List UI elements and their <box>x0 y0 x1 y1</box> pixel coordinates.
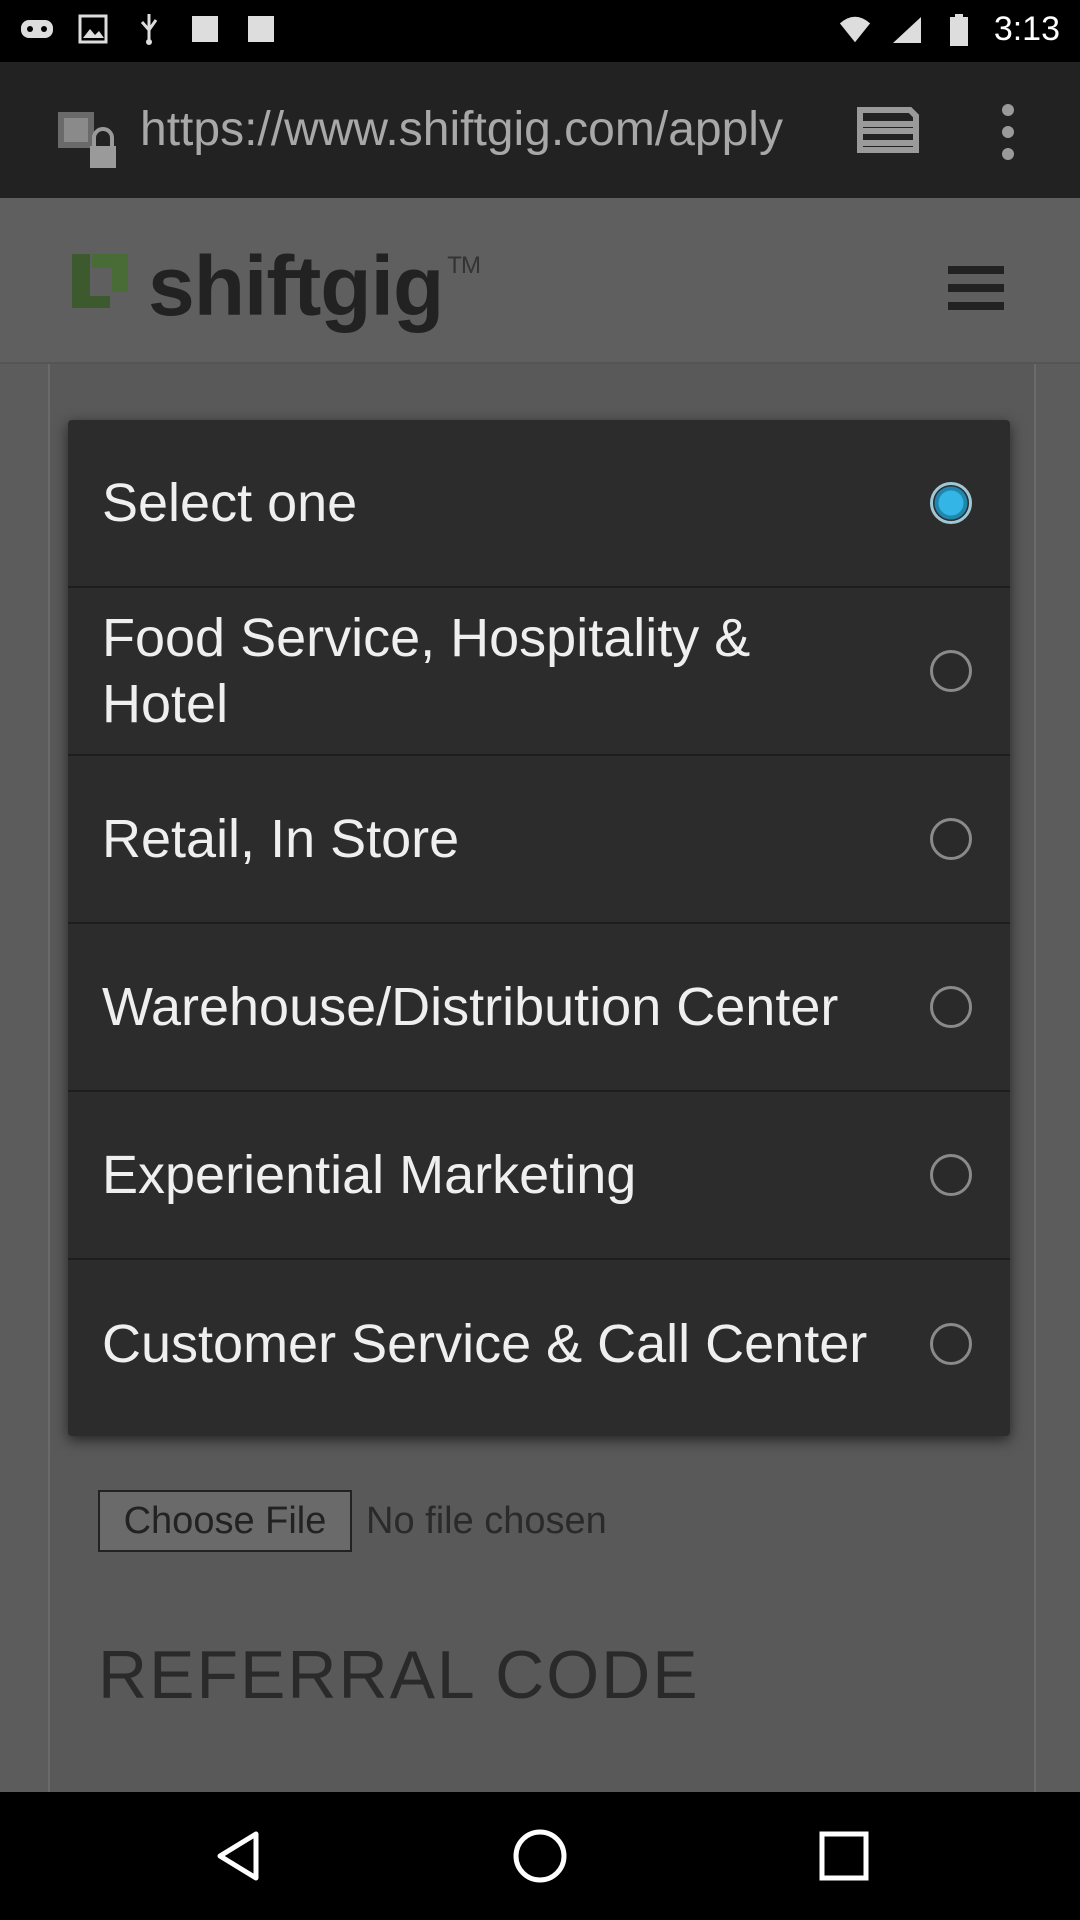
option-food-service[interactable]: Food Service, Hospitality & Hotel <box>68 588 1010 756</box>
recents-icon[interactable] <box>814 1826 874 1886</box>
radio-unchecked-icon[interactable] <box>930 818 972 860</box>
site-header: shiftgig TM <box>0 198 1080 364</box>
lock-icon <box>56 110 120 179</box>
overflow-menu-icon[interactable] <box>996 102 1020 167</box>
radio-unchecked-icon[interactable] <box>930 986 972 1028</box>
radio-checked-icon[interactable] <box>930 482 972 524</box>
hamburger-menu-icon[interactable] <box>948 264 1004 317</box>
industry-select-dialog: Select one Food Service, Hospitality & H… <box>68 420 1010 1436</box>
home-icon[interactable] <box>510 1826 570 1886</box>
clock: 3:13 <box>993 10 1060 48</box>
option-label: Food Service, Hospitality & Hotel <box>102 608 751 734</box>
option-customer-service[interactable]: Customer Service & Call Center <box>68 1260 1010 1428</box>
option-label: Experiential Marketing <box>102 1145 637 1205</box>
status-bar: 3:13 <box>0 0 1080 62</box>
image-icon <box>76 12 110 46</box>
browser-url-bar: https://www.shiftgig.com/apply <box>0 62 1080 198</box>
option-label: Warehouse/Distribution Center <box>102 977 839 1037</box>
wifi-icon <box>838 13 872 47</box>
tabs-icon[interactable] <box>856 102 920 163</box>
radio-unchecked-icon[interactable] <box>930 1154 972 1196</box>
file-upload-row: Choose File No file chosen <box>98 1490 607 1552</box>
option-warehouse[interactable]: Warehouse/Distribution Center <box>68 924 1010 1092</box>
option-label: Customer Service & Call Center <box>102 1314 868 1374</box>
option-label: Select one <box>102 473 358 533</box>
square-icon <box>188 12 222 46</box>
referral-code-heading: REFERRAL CODE <box>98 1637 700 1713</box>
choose-file-button[interactable]: Choose File <box>98 1490 352 1552</box>
option-select-one[interactable]: Select one <box>68 420 1010 588</box>
url-field[interactable]: https://www.shiftgig.com/apply <box>140 102 783 157</box>
option-label: Retail, In Store <box>102 809 460 869</box>
usb-icon <box>132 12 166 46</box>
option-experiential-marketing[interactable]: Experiential Marketing <box>68 1092 1010 1260</box>
radio-unchecked-icon[interactable] <box>930 650 972 692</box>
radio-unchecked-icon[interactable] <box>930 1323 972 1365</box>
battery-icon <box>942 13 976 47</box>
gamepad-icon <box>20 12 54 46</box>
signal-icon <box>890 13 924 47</box>
back-icon[interactable] <box>208 1826 268 1886</box>
square-icon <box>244 12 278 46</box>
site-logo[interactable]: shiftgig TM <box>148 238 481 335</box>
navigation-bar <box>0 1792 1080 1920</box>
option-retail[interactable]: Retail, In Store <box>68 756 1010 924</box>
file-status: No file chosen <box>366 1499 607 1542</box>
shiftgig-logo-icon <box>68 246 132 321</box>
